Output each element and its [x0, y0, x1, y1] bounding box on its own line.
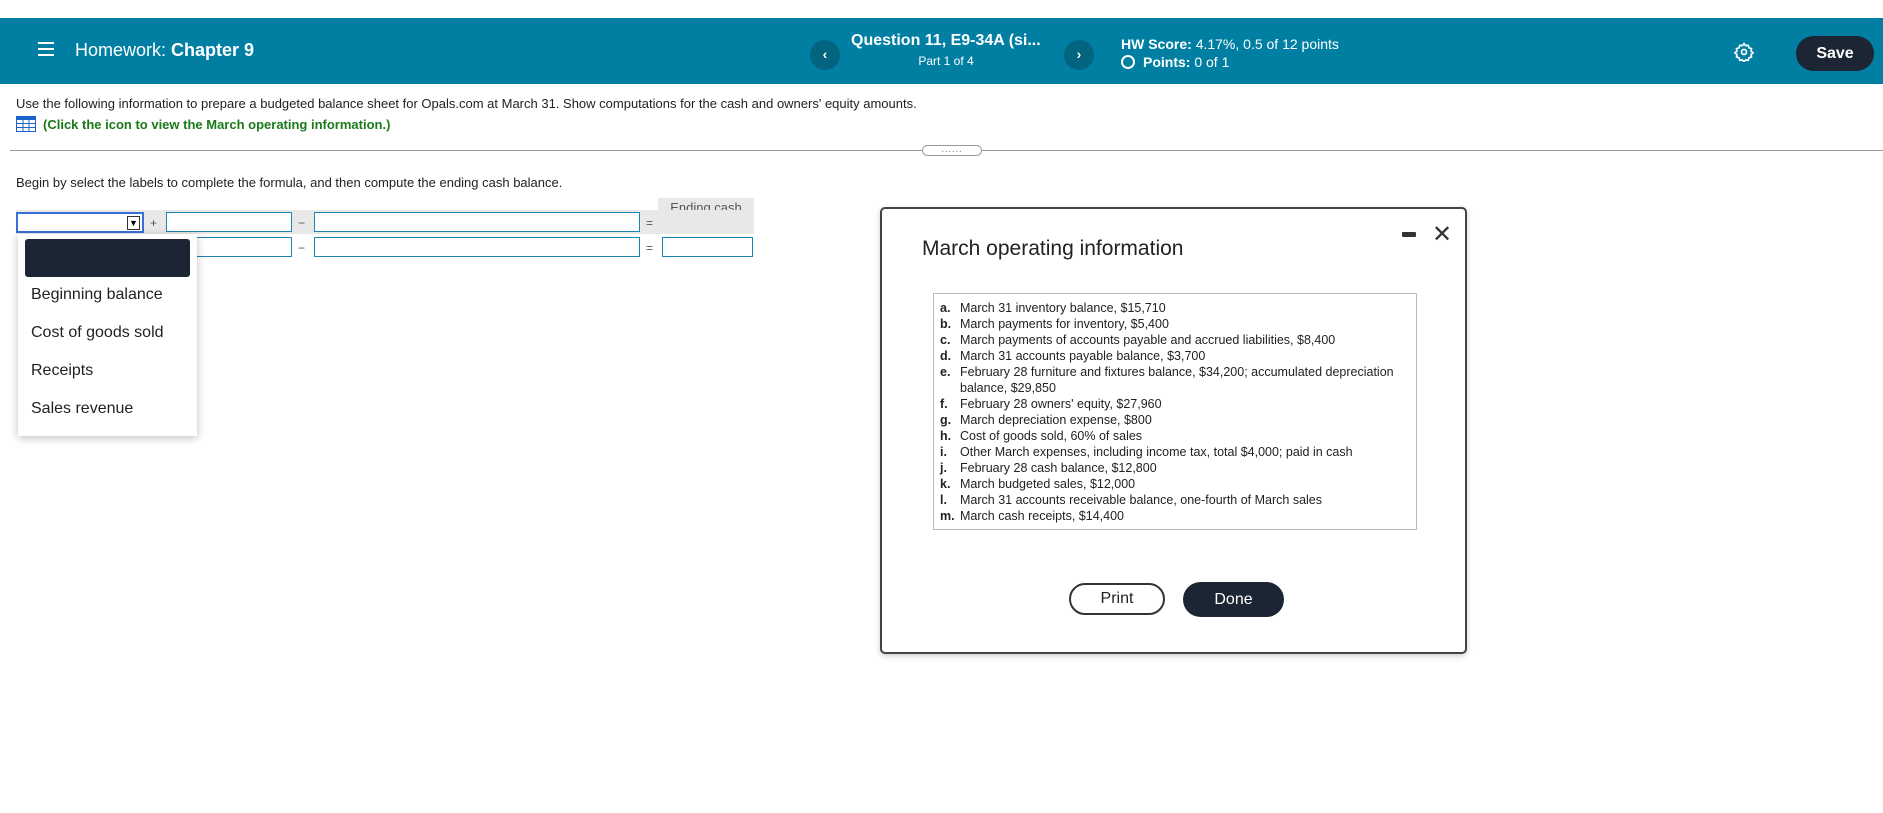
info-item: l. March 31 accounts receivable balance, …: [940, 493, 1322, 507]
plus-operator: +: [150, 216, 158, 230]
homework-title: Homework: Chapter 9: [75, 40, 254, 61]
view-info-link-text[interactable]: (Click the icon to view the March operat…: [43, 117, 390, 132]
info-item: a. March 31 inventory balance, $15,710: [940, 301, 1166, 315]
info-item: h. Cost of goods sold, 60% of sales: [940, 429, 1143, 443]
amount-field-2[interactable]: [190, 237, 292, 257]
gear-icon[interactable]: [1734, 42, 1754, 62]
dropdown-option-receipts[interactable]: Receipts: [31, 362, 93, 380]
info-item: g. March depreciation expense, $800: [940, 413, 1152, 427]
begin-instructions: Begin by select the labels to complete t…: [16, 175, 563, 190]
print-button[interactable]: Print: [1069, 583, 1165, 615]
march-info-modal: March operating information ✕ a. March 31…: [880, 207, 1467, 654]
dropdown-option-blank[interactable]: [25, 239, 190, 277]
formula-label-field-3[interactable]: [314, 212, 640, 232]
info-item: m. March cash receipts, $14,400: [940, 509, 1124, 523]
close-icon[interactable]: ✕: [1432, 223, 1452, 247]
hw-score: HW Score: 4.17%, 0.5 of 12 points: [1121, 36, 1339, 52]
hamburger-menu-icon[interactable]: [38, 42, 54, 56]
minus-operator-row2: −: [298, 241, 306, 255]
ending-cash-balance-field[interactable]: [662, 237, 753, 257]
instructions-text: Use the following information to prepare…: [16, 96, 917, 111]
info-item: c. March payments of accounts payable and…: [940, 333, 1336, 347]
dropdown-arrow-icon[interactable]: ▼: [127, 216, 140, 230]
dropdown-options-list: Beginning balance Cost of goods sold Rec…: [18, 234, 197, 436]
info-item: d. March 31 accounts payable balance, $3,…: [940, 349, 1206, 363]
previous-question-button[interactable]: ‹: [810, 40, 840, 70]
minus-operator: −: [298, 216, 306, 230]
equals-operator: =: [646, 216, 654, 230]
dropdown-option-cost-of-goods-sold[interactable]: Cost of goods sold: [31, 324, 164, 342]
formula-label-dropdown[interactable]: ▼: [16, 212, 144, 233]
points: Points: 0 of 1: [1121, 54, 1229, 70]
points-label: Points:: [1143, 54, 1191, 70]
info-item: k. March budgeted sales, $12,000: [940, 477, 1136, 491]
next-question-button[interactable]: ›: [1064, 40, 1094, 70]
save-button[interactable]: Save: [1796, 36, 1874, 71]
divider-resize-handle[interactable]: ......: [922, 145, 982, 156]
amount-field-3[interactable]: [314, 237, 640, 257]
view-info-link[interactable]: (Click the icon to view the March operat…: [16, 116, 390, 132]
question-part: Part 1 of 4: [918, 54, 974, 68]
info-item: i. Other March expenses, including income…: [940, 445, 1353, 459]
points-status-icon: [1121, 55, 1135, 69]
info-item: e. February 28 furniture and fixtures bal…: [940, 365, 1394, 395]
top-header: Homework: Chapter 9 ‹ Question 11, E9-34…: [0, 18, 1883, 84]
homework-label: Homework:: [75, 40, 167, 60]
hw-score-label: HW Score:: [1121, 36, 1192, 52]
hw-score-value: 4.17%, 0.5 of 12 points: [1195, 36, 1339, 52]
equals-operator-row2: =: [646, 241, 654, 255]
table-icon[interactable]: [16, 116, 36, 132]
done-button[interactable]: Done: [1183, 582, 1284, 617]
dropdown-option-sales-revenue[interactable]: Sales revenue: [31, 400, 133, 418]
info-item: f. February 28 owners' equity, $27,960: [940, 397, 1162, 411]
formula-label-field-2[interactable]: [166, 212, 292, 232]
dropdown-option-beginning-balance[interactable]: Beginning balance: [31, 286, 163, 304]
modal-title: March operating information: [922, 237, 1184, 260]
points-value: 0 of 1: [1194, 54, 1230, 70]
minimize-icon[interactable]: [1402, 232, 1416, 237]
info-item: j. February 28 cash balance, $12,800: [940, 461, 1157, 475]
info-item: b. March payments for inventory, $5,400: [940, 317, 1169, 331]
question-title: Question 11, E9-34A (si...: [851, 32, 1041, 49]
operating-info-list: a. March 31 inventory balance, $15,710 b.…: [933, 293, 1417, 530]
homework-name: Chapter 9: [171, 40, 255, 60]
